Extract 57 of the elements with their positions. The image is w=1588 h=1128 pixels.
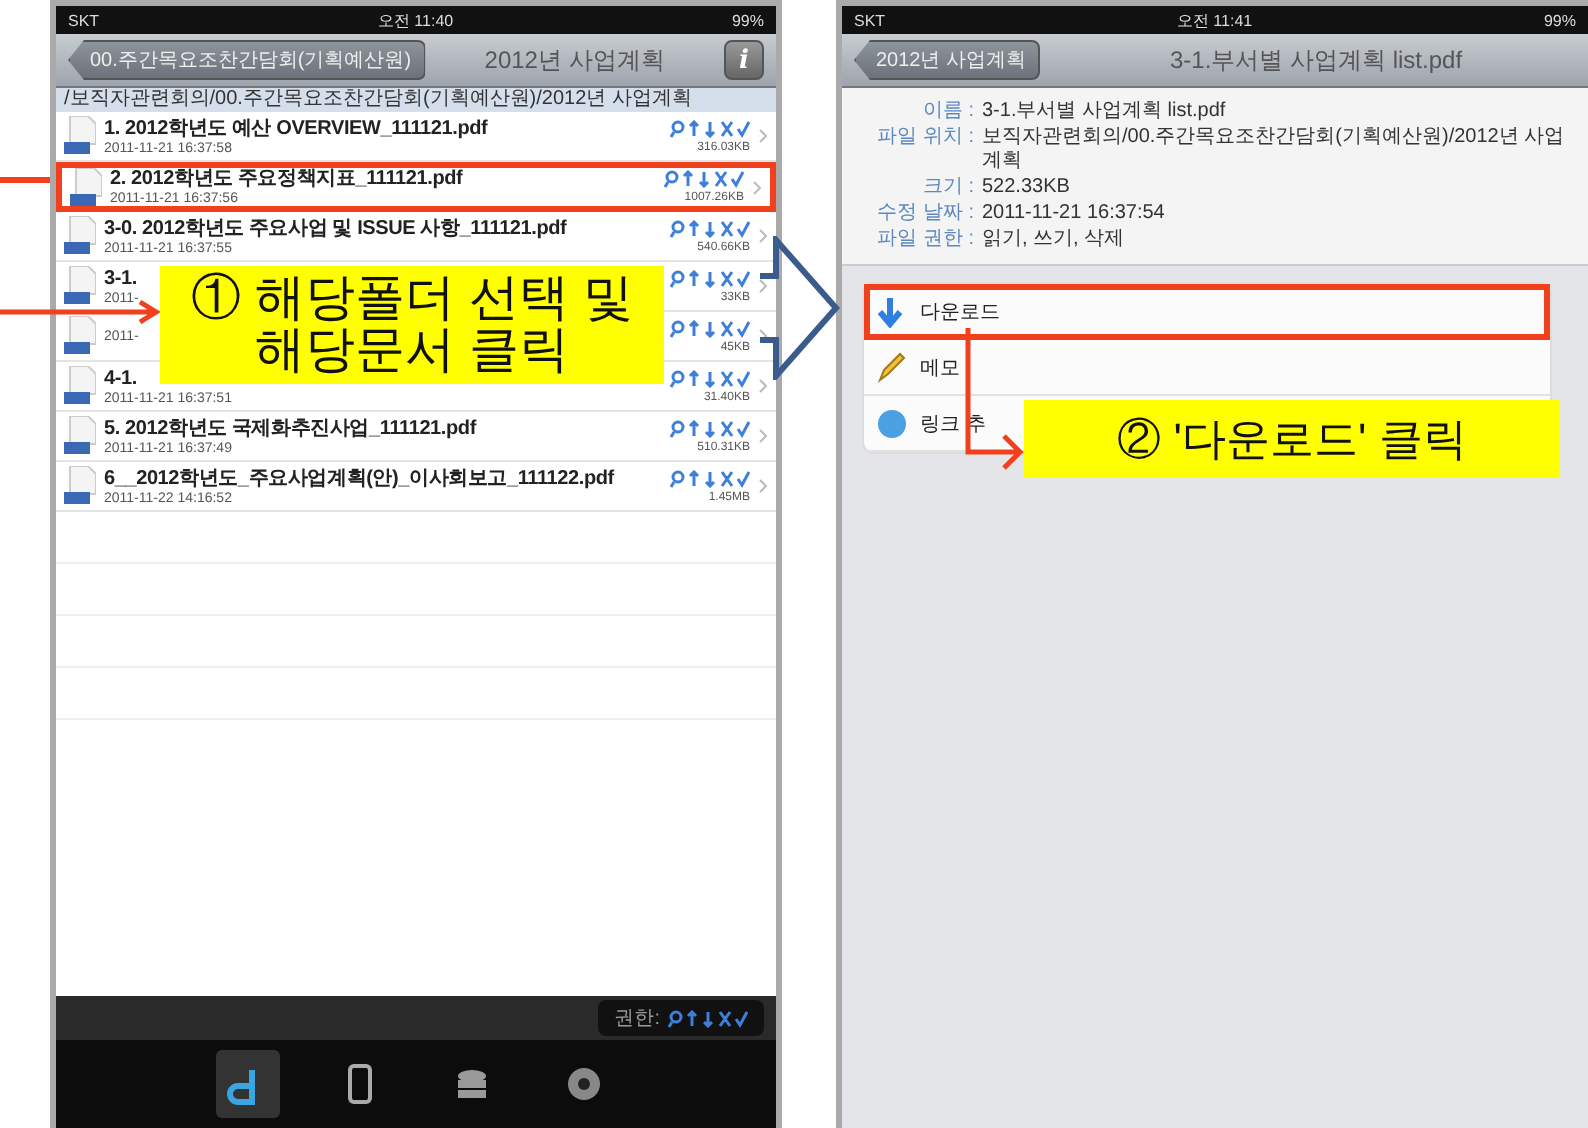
chevron-icon bbox=[758, 228, 768, 244]
connector-arrow bbox=[964, 328, 1024, 472]
detail-value: 522.33KB bbox=[982, 176, 1072, 200]
action-item[interactable]: 메모 bbox=[864, 340, 1550, 396]
file-name: 4-1. bbox=[104, 367, 139, 391]
permission-icons bbox=[670, 469, 750, 487]
detail-label: 파일 권한 : bbox=[875, 228, 974, 252]
screen-title: 2012년 사업계획 bbox=[482, 43, 667, 77]
permission-icons bbox=[670, 119, 750, 137]
chevron-icon bbox=[758, 428, 768, 444]
permission-icons bbox=[670, 369, 750, 387]
tab-button[interactable] bbox=[216, 1050, 280, 1118]
detail-value: 보직자관련회의/00.주간목요조찬간담회(기획예산원)/2012년 사업계획 bbox=[982, 126, 1567, 174]
detail-value: 2011-11-21 16:37:54 bbox=[982, 202, 1167, 226]
memo-icon bbox=[876, 351, 908, 383]
pdf-file-icon bbox=[64, 416, 96, 456]
download-icon bbox=[876, 295, 908, 327]
info-button[interactable]: i bbox=[724, 40, 764, 80]
detail-value: 3-1.부서별 사업계획 list.pdf bbox=[982, 100, 1228, 124]
pdf-file-icon bbox=[64, 466, 96, 506]
pdf-file-icon bbox=[64, 266, 96, 306]
detail-label: 이름 : bbox=[920, 100, 974, 124]
chevron-icon bbox=[752, 179, 762, 195]
permission-icons bbox=[664, 170, 744, 188]
permission-icons bbox=[670, 319, 750, 337]
link-icon bbox=[876, 407, 908, 439]
file-name: 2. 2012학년도 주요정책지표_111121.pdf bbox=[110, 168, 465, 192]
detail-label: 수정 날짜 : bbox=[875, 202, 974, 226]
file-name: 3-1. bbox=[104, 267, 139, 291]
action-item[interactable]: 다운로드 bbox=[864, 284, 1550, 340]
pdf-file-icon bbox=[64, 216, 96, 256]
chevron-icon bbox=[758, 378, 768, 394]
permission-icons bbox=[670, 269, 750, 287]
settings-tab-icon bbox=[562, 1062, 606, 1106]
file-name: 3-0. 2012학년도 주요사업 및 ISSUE 사항_111121.pdf bbox=[104, 217, 569, 241]
pdf-file-icon bbox=[64, 316, 96, 356]
detail-label: 파일 위치 : bbox=[875, 126, 974, 152]
chevron-icon bbox=[758, 278, 768, 294]
file-name: 6__2012학년도_주요사업계획(안)_이사회보고_111122.pdf bbox=[104, 467, 617, 491]
chevron-icon bbox=[758, 128, 768, 144]
permission-label: 권한: bbox=[614, 1006, 660, 1032]
file-name: 5. 2012학년도 국제화추진사업_111121.pdf bbox=[104, 417, 479, 441]
instruction-tooltip: ① 해당폴더 선택 및 해당문서 클릭 bbox=[160, 266, 664, 383]
chevron-icon bbox=[758, 478, 768, 494]
detail-label: 크기 : bbox=[920, 176, 974, 200]
file-name: 1. 2012학년도 예산 OVERVIEW_111121.pdf bbox=[104, 117, 490, 141]
permission-icons bbox=[670, 419, 750, 437]
status-bar: SKT 오전 11:41 99% bbox=[842, 6, 1588, 34]
pdf-file-icon bbox=[70, 167, 102, 207]
detail-value: 읽기, 쓰기, 삭제 bbox=[982, 228, 1127, 252]
screen-title: 3-1.부서별 사업계획 list.pdf bbox=[1168, 43, 1465, 77]
permission-icons bbox=[668, 1009, 748, 1027]
instruction-tooltip: ② '다운로드' 클릭 bbox=[1024, 400, 1560, 479]
folder-path: /보직자관련회의/00.주간목요조찬간담회(기획예산원)/2012년 사업계획 bbox=[56, 88, 776, 112]
permission-icons bbox=[670, 219, 750, 237]
pdf-file-icon bbox=[64, 366, 96, 406]
status-bar: SKT 오전 11:40 99% bbox=[56, 6, 776, 34]
